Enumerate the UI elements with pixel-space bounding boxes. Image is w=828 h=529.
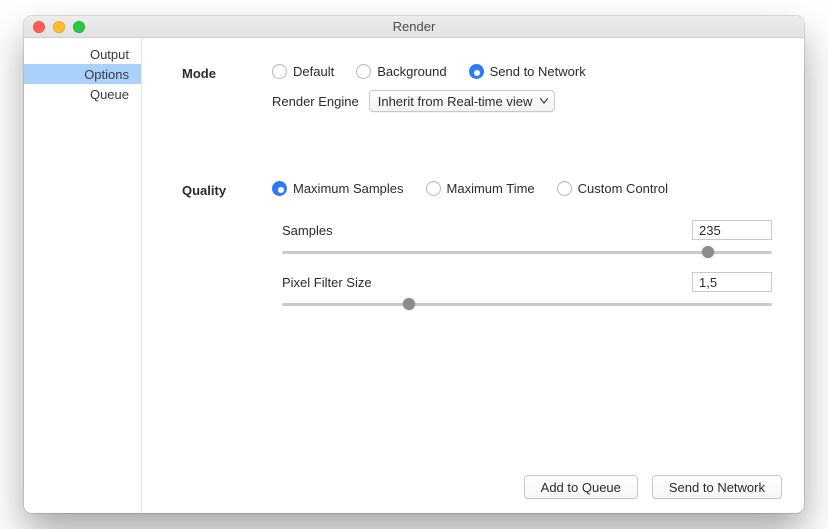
radio-dot-icon <box>469 64 484 79</box>
samples-value-field[interactable]: 235 <box>692 220 772 240</box>
pixel-filter-value-field[interactable]: 1,5 <box>692 272 772 292</box>
radio-dot-icon <box>557 181 572 196</box>
radio-label: Send to Network <box>490 64 586 79</box>
field-value: 1,5 <box>699 275 717 290</box>
sidebar-item-queue[interactable]: Queue <box>24 84 141 104</box>
field-value: 235 <box>699 223 721 238</box>
render-engine-row: Render Engine Inherit from Real-time vie… <box>272 90 555 112</box>
radio-dot-icon <box>272 181 287 196</box>
section-label-mode: Mode <box>182 66 216 81</box>
window-minimize-button[interactable] <box>53 21 65 33</box>
quality-radio-max-time[interactable]: Maximum Time <box>426 181 535 196</box>
sidebar-item-label: Queue <box>90 87 129 102</box>
render-engine-dropdown[interactable]: Inherit from Real-time view <box>369 90 556 112</box>
send-to-network-button[interactable]: Send to Network <box>652 475 782 499</box>
section-label-quality: Quality <box>182 183 226 198</box>
sidebar-item-options[interactable]: Options <box>24 64 141 84</box>
radio-label: Custom Control <box>578 181 668 196</box>
mode-radio-group: Default Background Send to Network <box>272 64 586 79</box>
samples-head: Samples 235 <box>282 220 772 240</box>
radio-label: Maximum Samples <box>293 181 404 196</box>
mode-radio-default[interactable]: Default <box>272 64 334 79</box>
titlebar: Render <box>24 16 804 38</box>
window-title: Render <box>393 19 436 34</box>
slider-thumb[interactable] <box>702 246 714 258</box>
quality-radio-custom-control[interactable]: Custom Control <box>557 181 668 196</box>
window-zoom-button[interactable] <box>73 21 85 33</box>
pixel-filter-label: Pixel Filter Size <box>282 275 372 290</box>
sidebar-item-output[interactable]: Output <box>24 44 141 64</box>
traffic-lights <box>33 21 85 33</box>
radio-dot-icon <box>272 64 287 79</box>
render-window: Render Output Options Queue Mode Default <box>24 16 804 513</box>
radio-label: Maximum Time <box>447 181 535 196</box>
button-label: Send to Network <box>669 480 765 495</box>
sidebar-item-label: Options <box>84 67 129 82</box>
slider-rail <box>282 303 772 306</box>
pixel-filter-block: Pixel Filter Size 1,5 <box>282 272 772 310</box>
window-body: Output Options Queue Mode Default Backgr… <box>24 38 804 513</box>
samples-block: Samples 235 <box>282 220 772 258</box>
window-close-button[interactable] <box>33 21 45 33</box>
sidebar-item-label: Output <box>90 47 129 62</box>
mode-radio-background[interactable]: Background <box>356 64 446 79</box>
samples-slider[interactable] <box>282 246 772 258</box>
chevron-down-icon <box>540 98 548 104</box>
samples-label: Samples <box>282 223 333 238</box>
radio-dot-icon <box>356 64 371 79</box>
slider-rail <box>282 251 772 254</box>
quality-radio-max-samples[interactable]: Maximum Samples <box>272 181 404 196</box>
radio-label: Background <box>377 64 446 79</box>
add-to-queue-button[interactable]: Add to Queue <box>524 475 638 499</box>
pixel-filter-head: Pixel Filter Size 1,5 <box>282 272 772 292</box>
mode-radio-send-to-network[interactable]: Send to Network <box>469 64 586 79</box>
radio-dot-icon <box>426 181 441 196</box>
slider-thumb[interactable] <box>403 298 415 310</box>
render-engine-label: Render Engine <box>272 94 359 109</box>
content-pane: Mode Default Background Send to Network … <box>142 38 804 513</box>
dropdown-value: Inherit from Real-time view <box>378 94 533 109</box>
radio-label: Default <box>293 64 334 79</box>
sidebar: Output Options Queue <box>24 38 142 513</box>
quality-radio-group: Maximum Samples Maximum Time Custom Cont… <box>272 181 668 196</box>
pixel-filter-slider[interactable] <box>282 298 772 310</box>
footer-buttons: Add to Queue Send to Network <box>524 475 782 499</box>
button-label: Add to Queue <box>541 480 621 495</box>
